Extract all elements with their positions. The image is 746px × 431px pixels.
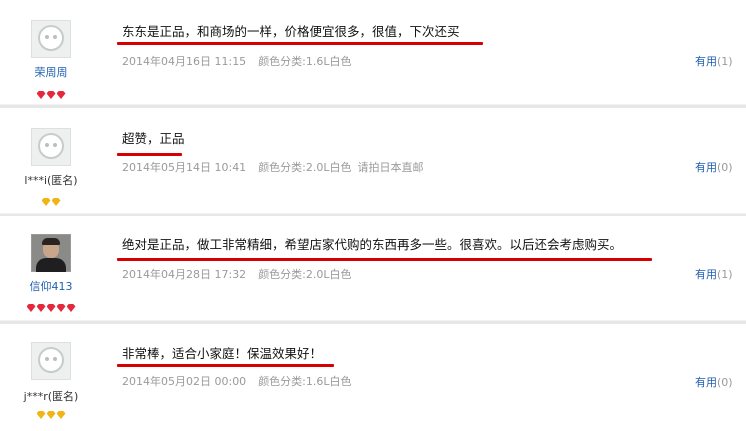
red-diamond-icon — [36, 304, 46, 312]
username-label: j***r(匿名) — [23, 390, 79, 403]
review-date: 2014年04月16日 11:15 — [122, 55, 247, 68]
review-note: 请拍日本直邮 — [357, 161, 424, 174]
review-item: 荣周周 东东是正品，和商场的一样，价格便宜很多，很值，下次还买 2014年04月… — [0, 0, 746, 108]
buyer-rank-gems — [0, 84, 102, 99]
review-date: 2014年04月28日 17:32 — [122, 268, 247, 281]
useful-label: 有用 — [695, 161, 717, 174]
useful-count: (1) — [717, 268, 733, 281]
yellow-diamond-icon — [36, 411, 46, 419]
product-spec: 颜色分类:1.6L白色 — [258, 375, 352, 388]
red-diamond-icon — [56, 91, 66, 99]
yellow-diamond-icon — [46, 411, 56, 419]
red-diamond-icon — [46, 91, 56, 99]
red-underline — [117, 153, 182, 156]
review-meta: 2014年05月02日 00:00 颜色分类:1.6L白色 — [122, 375, 358, 388]
yellow-diamond-icon — [51, 198, 61, 206]
useful-count: (1) — [717, 55, 733, 68]
red-diamond-icon — [46, 304, 56, 312]
red-underline — [117, 42, 483, 45]
username-link[interactable]: 荣周周 — [0, 66, 102, 79]
review-text: 超赞，正品 — [122, 131, 185, 146]
avatar[interactable] — [31, 234, 71, 272]
review-text: 非常棒，适合小家庭！保温效果好！ — [122, 346, 323, 361]
useful-count: (0) — [717, 161, 733, 174]
buyer-rank-gems — [0, 191, 102, 206]
red-underline — [117, 258, 652, 261]
review-date: 2014年05月02日 00:00 — [122, 375, 247, 388]
buyer-rank-gems — [0, 297, 102, 312]
review-date: 2014年05月14日 10:41 — [122, 161, 247, 174]
useful-count: (0) — [717, 376, 733, 389]
buyer-rank-gems — [0, 404, 102, 419]
product-spec: 颜色分类:2.0L白色 — [258, 268, 352, 281]
useful-label: 有用 — [695, 55, 717, 68]
yellow-diamond-icon — [41, 198, 51, 206]
useful-button[interactable]: 有用(0) — [695, 376, 733, 389]
useful-label: 有用 — [695, 376, 717, 389]
avatar[interactable] — [31, 342, 71, 380]
review-meta: 2014年04月28日 17:32 颜色分类:2.0L白色 — [122, 268, 358, 281]
review-item: j***r(匿名) 非常棒，适合小家庭！保温效果好！ 2014年05月02日 0… — [0, 324, 746, 431]
username-link[interactable]: 信仰413 — [0, 280, 102, 293]
product-spec: 颜色分类:1.6L白色 — [258, 55, 352, 68]
product-spec: 颜色分类:2.0L白色 — [258, 161, 352, 174]
red-diamond-icon — [36, 91, 46, 99]
useful-button[interactable]: 有用(1) — [695, 268, 733, 281]
review-text: 绝对是正品，做工非常精细，希望店家代购的东西再多一些。很喜欢。以后还会考虑购买。 — [122, 237, 623, 252]
useful-button[interactable]: 有用(1) — [695, 55, 733, 68]
review-item: l***i(匿名) 超赞，正品 2014年05月14日 10:41 颜色分类:2.… — [0, 108, 746, 216]
review-item: 信仰413 绝对是正品，做工非常精细，希望店家代购的东西再多一些。很喜欢。以后还… — [0, 216, 746, 324]
avatar[interactable] — [31, 128, 71, 166]
red-diamond-icon — [56, 304, 66, 312]
avatar[interactable] — [31, 20, 71, 58]
default-avatar-icon — [38, 133, 64, 159]
review-text: 东东是正品，和商场的一样，价格便宜很多，很值，下次还买 — [122, 24, 460, 39]
yellow-diamond-icon — [56, 411, 66, 419]
review-meta: 2014年04月16日 11:15 颜色分类:1.6L白色 — [122, 55, 358, 68]
useful-button[interactable]: 有用(0) — [695, 161, 733, 174]
default-avatar-icon — [38, 25, 64, 51]
review-meta: 2014年05月14日 10:41 颜色分类:2.0L白色 请拍日本直邮 — [122, 161, 424, 174]
useful-label: 有用 — [695, 268, 717, 281]
default-avatar-icon — [38, 347, 64, 373]
red-underline — [117, 364, 334, 367]
red-diamond-icon — [66, 304, 76, 312]
username-label: l***i(匿名) — [24, 174, 78, 187]
red-diamond-icon — [26, 304, 36, 312]
